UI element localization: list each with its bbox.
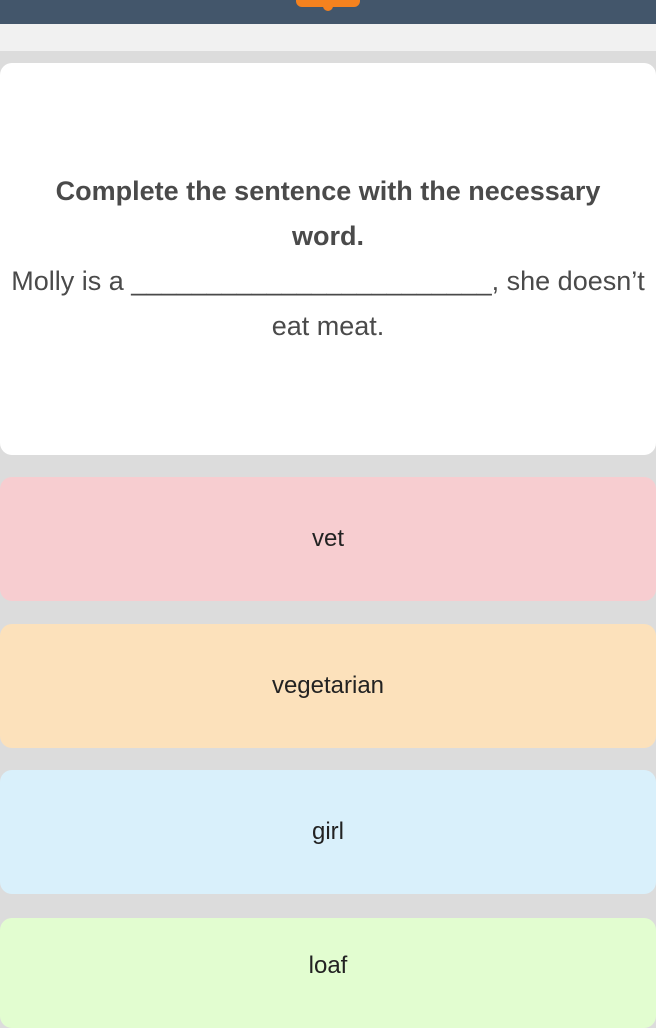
question-card: Complete the sentence with the necessary… — [0, 63, 656, 455]
answer-label: girl — [311, 818, 344, 845]
question-title: Complete the sentence with the necessary… — [55, 176, 601, 251]
answer-option-loaf[interactable]: loaf — [0, 918, 656, 1028]
question-sentence: Molly is a ________________________, she… — [11, 266, 645, 341]
top-bar — [0, 0, 656, 24]
answer-label: vegetarian — [271, 672, 385, 699]
progress-strip — [0, 24, 656, 51]
answer-label: loaf — [308, 952, 348, 979]
answer-option-vegetarian[interactable]: vegetarian — [0, 624, 656, 748]
answer-option-girl[interactable]: girl — [0, 770, 656, 894]
answer-option-vet[interactable]: vet — [0, 477, 656, 601]
answer-label: vet — [311, 525, 344, 552]
brand-tab-icon — [296, 0, 360, 11]
